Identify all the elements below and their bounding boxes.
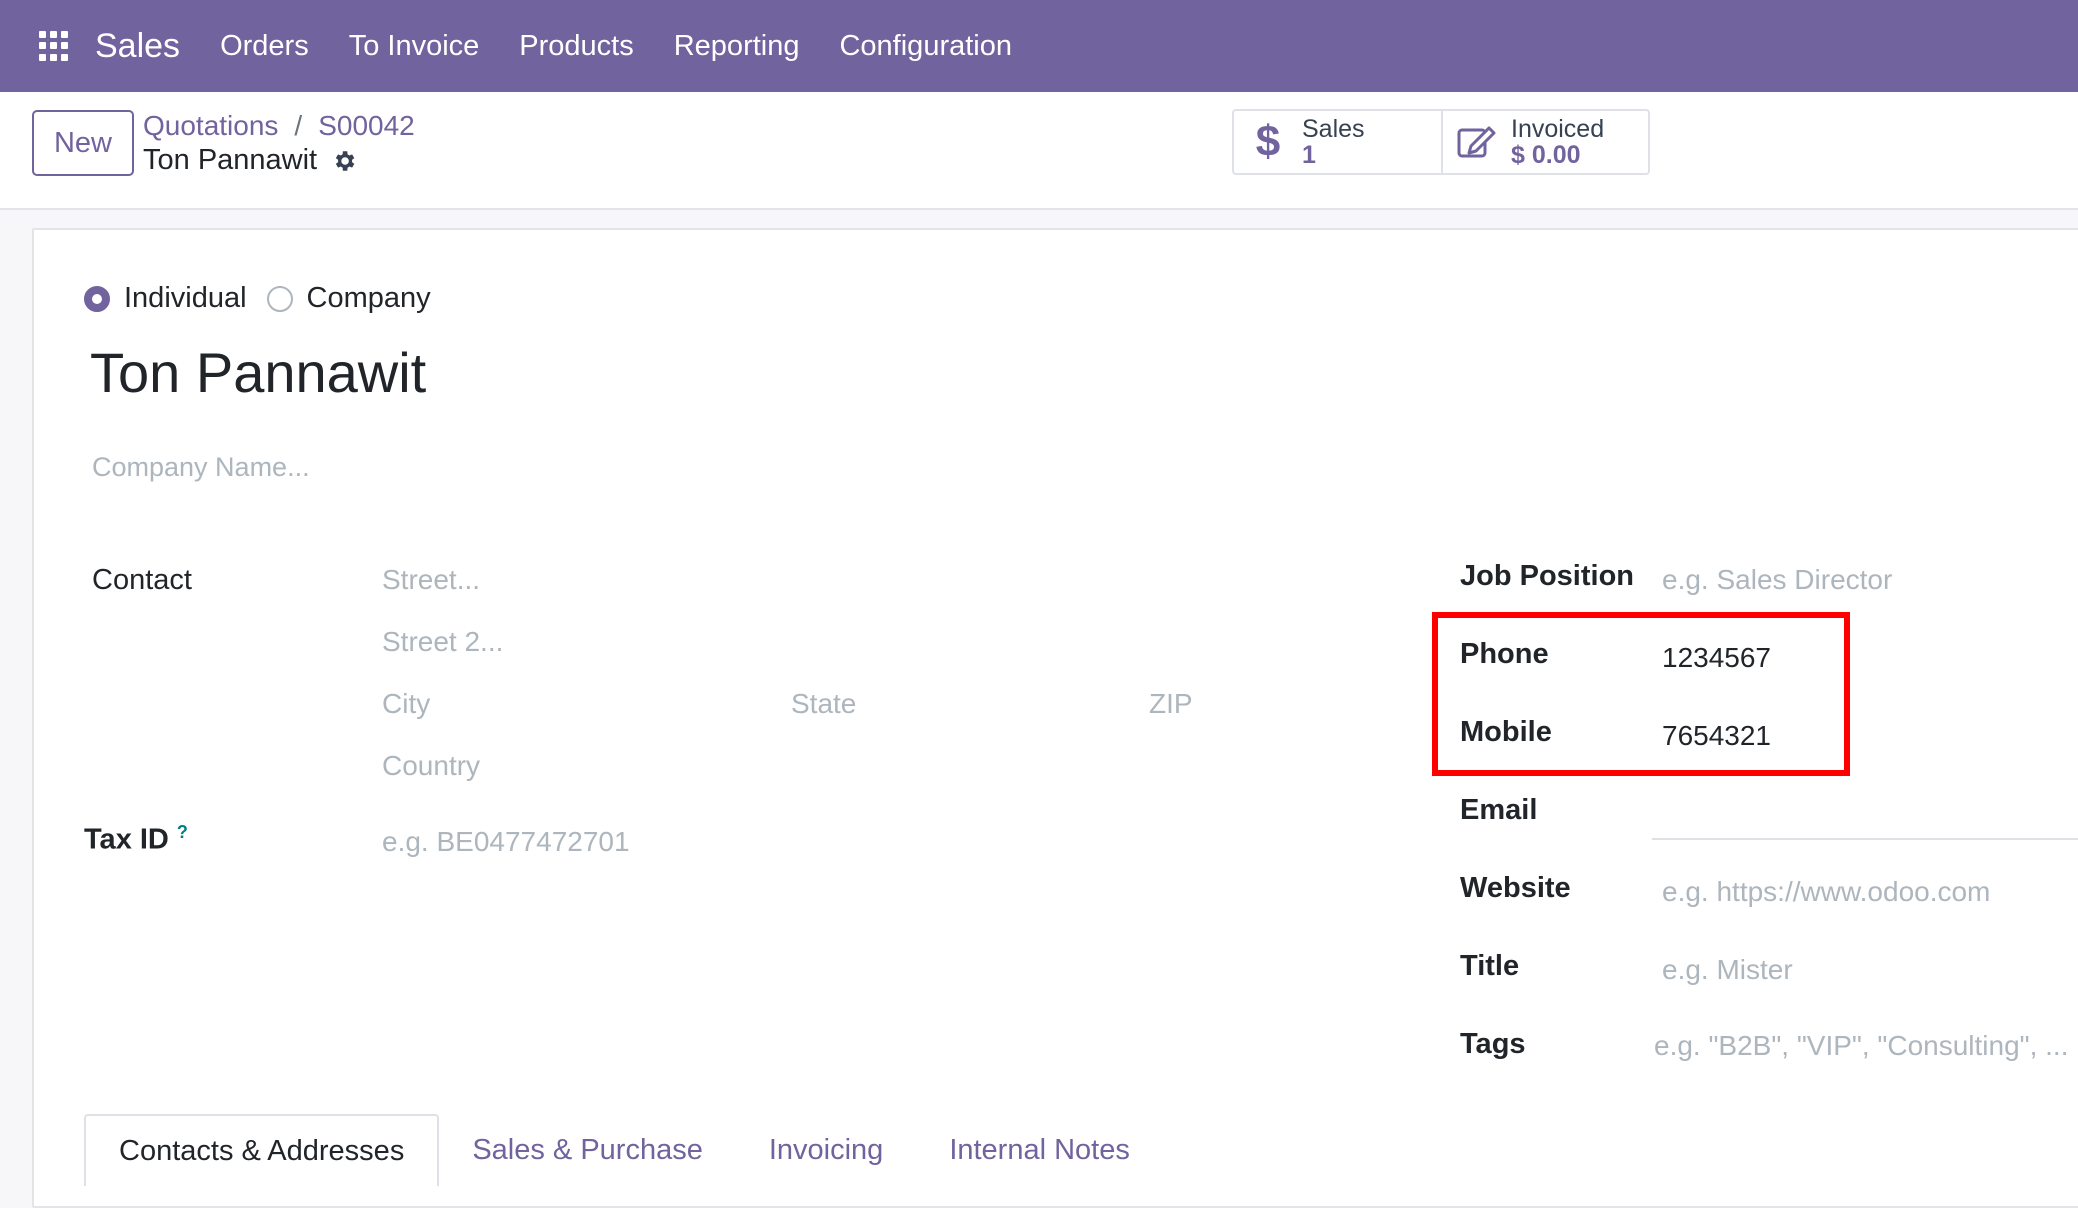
company-type-selector: Individual Company	[84, 282, 451, 315]
menu-to-invoice[interactable]: To Invoice	[329, 30, 500, 63]
tab-internal-notes[interactable]: Internal Notes	[916, 1114, 1163, 1186]
edit-icon	[1457, 122, 1497, 162]
tags-input[interactable]: e.g. "B2B", "VIP", "Consulting", ...	[1654, 1030, 2069, 1062]
website-input[interactable]: e.g. https://www.odoo.com	[1662, 876, 1990, 908]
tags-label: Tags	[1460, 1028, 1526, 1060]
invoiced-smart-button[interactable]: Invoiced $ 0.00	[1441, 111, 1648, 173]
country-input[interactable]: Country	[382, 750, 480, 782]
zip-input[interactable]: ZIP	[1149, 688, 1193, 720]
dollar-icon: $	[1255, 117, 1281, 166]
state-input[interactable]: State	[791, 688, 856, 720]
record-name: Ton Pannawit	[143, 144, 318, 176]
notebook-tabs: Contacts & Addresses Sales & Purchase In…	[84, 1114, 1163, 1186]
form-sheet: Individual Company Ton Pannawit Company …	[32, 228, 2078, 1208]
tax-id-label-text: Tax ID	[84, 823, 169, 856]
mobile-label: Mobile	[1460, 716, 1552, 748]
apps-grid-icon[interactable]	[39, 31, 69, 61]
street2-input[interactable]: Street 2...	[382, 626, 503, 658]
breadcrumb-quotations[interactable]: Quotations	[143, 110, 278, 142]
tab-invoicing[interactable]: Invoicing	[736, 1114, 916, 1186]
job-position-input[interactable]: e.g. Sales Director	[1662, 564, 1892, 596]
partner-name-field[interactable]: Ton Pannawit	[90, 340, 426, 405]
email-input[interactable]	[1652, 838, 2078, 840]
phone-input[interactable]: 1234567	[1662, 642, 1771, 674]
main-menu: Orders To Invoice Products Reporting Con…	[200, 30, 1032, 63]
smart-buttons: $ Sales 1 Invoiced $ 0.00	[1232, 109, 1650, 175]
email-label: Email	[1460, 794, 1538, 826]
invoiced-amount: $ 0.00	[1511, 141, 1581, 169]
menu-configuration[interactable]: Configuration	[819, 30, 1032, 63]
menu-reporting[interactable]: Reporting	[654, 30, 820, 63]
company-label[interactable]: Company	[307, 282, 431, 315]
mobile-input[interactable]: 7654321	[1662, 720, 1771, 752]
new-button[interactable]: New	[32, 110, 134, 176]
city-input[interactable]: City	[382, 688, 430, 720]
breadcrumb-order[interactable]: S00042	[318, 110, 415, 142]
tax-id-label: Tax ID?	[84, 822, 188, 857]
individual-radio[interactable]	[84, 285, 110, 312]
gear-icon[interactable]	[331, 148, 357, 174]
sales-label: Sales	[1302, 114, 1365, 143]
title-label: Title	[1460, 950, 1520, 982]
street-input[interactable]: Street...	[382, 564, 480, 596]
sales-smart-button[interactable]: $ Sales 1	[1234, 111, 1441, 173]
job-position-label: Job Position	[1460, 560, 1634, 592]
contact-label: Contact	[92, 564, 192, 596]
title-input[interactable]: e.g. Mister	[1662, 954, 1793, 986]
tax-id-input[interactable]: e.g. BE0477472701	[382, 826, 630, 858]
menu-orders[interactable]: Orders	[200, 30, 329, 63]
breadcrumb: Quotations / S00042	[143, 110, 415, 142]
breadcrumb-separator: /	[294, 110, 303, 141]
menu-products[interactable]: Products	[499, 30, 653, 63]
phone-label: Phone	[1460, 638, 1549, 670]
help-icon[interactable]: ?	[177, 822, 188, 842]
invoiced-label: Invoiced	[1511, 114, 1605, 143]
tab-sales-purchase[interactable]: Sales & Purchase	[439, 1114, 736, 1186]
top-navbar: Sales Orders To Invoice Products Reporti…	[0, 0, 2078, 92]
company-radio[interactable]	[266, 285, 293, 312]
sales-count: 1	[1302, 141, 1316, 169]
record-title: Ton Pannawit	[143, 144, 357, 177]
control-panel: New Quotations / S00042 Ton Pannawit $ S…	[0, 92, 2078, 210]
company-name-input[interactable]: Company Name...	[92, 452, 310, 483]
website-label: Website	[1460, 872, 1571, 904]
app-name[interactable]: Sales	[95, 27, 180, 66]
individual-label[interactable]: Individual	[124, 282, 247, 315]
tab-contacts-addresses[interactable]: Contacts & Addresses	[84, 1114, 440, 1186]
